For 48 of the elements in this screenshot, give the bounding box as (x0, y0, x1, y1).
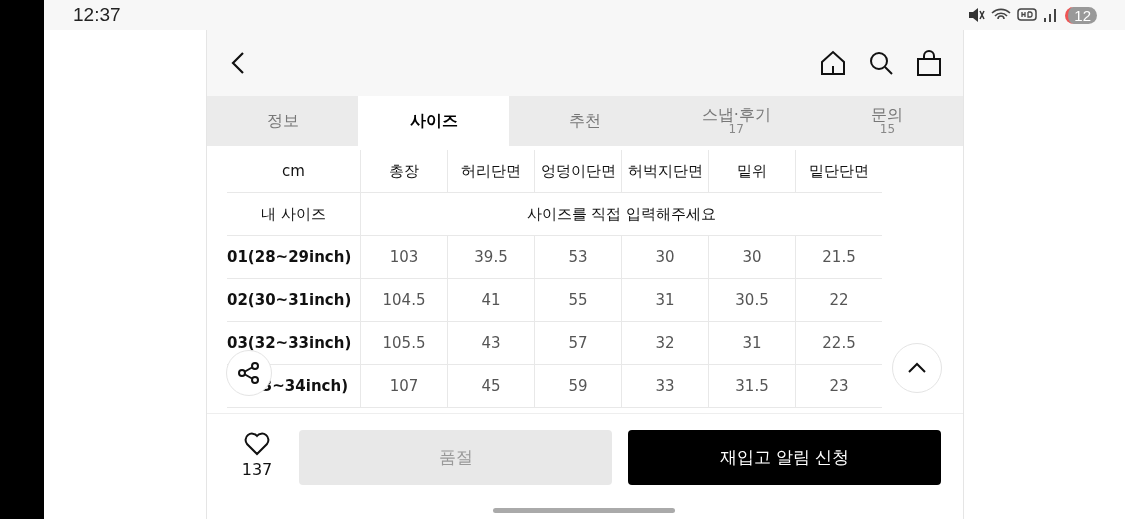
table-cell: 55 (534, 278, 622, 322)
table-cell: 23 (795, 364, 882, 408)
table-cell: 21.5 (795, 235, 882, 279)
column-header: 허벅지단면 (621, 150, 709, 193)
table-cell: 41 (447, 278, 535, 322)
table-cell: 33 (621, 364, 709, 408)
size-input-field[interactable]: 사이즈를 직접 입력해주세요 (360, 192, 882, 236)
like-count: 137 (241, 460, 273, 479)
column-header: 허리단면 (447, 150, 535, 193)
row-label: 02(30~31inch) (227, 278, 361, 322)
table-cell: 105.5 (360, 321, 448, 365)
table-cell: 43 (447, 321, 535, 365)
back-icon[interactable] (231, 51, 245, 75)
hd-icon (1017, 7, 1038, 23)
table-cell: 31 (708, 321, 796, 365)
row-label: 01(28~29inch) (227, 235, 361, 279)
mute-icon (967, 7, 986, 23)
tab[interactable]: 사이즈 (358, 96, 510, 146)
heart-icon[interactable] (244, 432, 270, 456)
table-cell: 22.5 (795, 321, 882, 365)
table-cell: 31.5 (708, 364, 796, 408)
table-cell: 53 (534, 235, 622, 279)
column-header: 밑단단면 (795, 150, 882, 193)
table-cell: 107 (360, 364, 448, 408)
home-icon[interactable] (819, 49, 847, 77)
bag-icon[interactable] (915, 49, 943, 77)
status-time: 12:37 (73, 4, 121, 26)
share-icon (237, 361, 261, 385)
column-header: 밑위 (708, 150, 796, 193)
table-cell: 104.5 (360, 278, 448, 322)
table-cell: 59 (534, 364, 622, 408)
battery-level: 12 (1065, 6, 1097, 24)
table-cell: 30 (708, 235, 796, 279)
column-header: 엉덩이단면 (534, 150, 622, 193)
table-cell: 22 (795, 278, 882, 322)
table-cell: 32 (621, 321, 709, 365)
search-icon[interactable] (867, 49, 895, 77)
column-header: cm (227, 150, 361, 193)
table-cell: 30.5 (708, 278, 796, 322)
column-header: 총장 (360, 150, 448, 193)
row-label: 내 사이즈 (227, 192, 361, 236)
table-cell: 31 (621, 278, 709, 322)
table-cell: 30 (621, 235, 709, 279)
table-cell: 103 (360, 235, 448, 279)
restock-alert-button[interactable]: 재입고 알림 신청 (628, 430, 941, 485)
table-cell: 39.5 (447, 235, 535, 279)
table-cell: 45 (447, 364, 535, 408)
table-cell: 57 (534, 321, 622, 365)
